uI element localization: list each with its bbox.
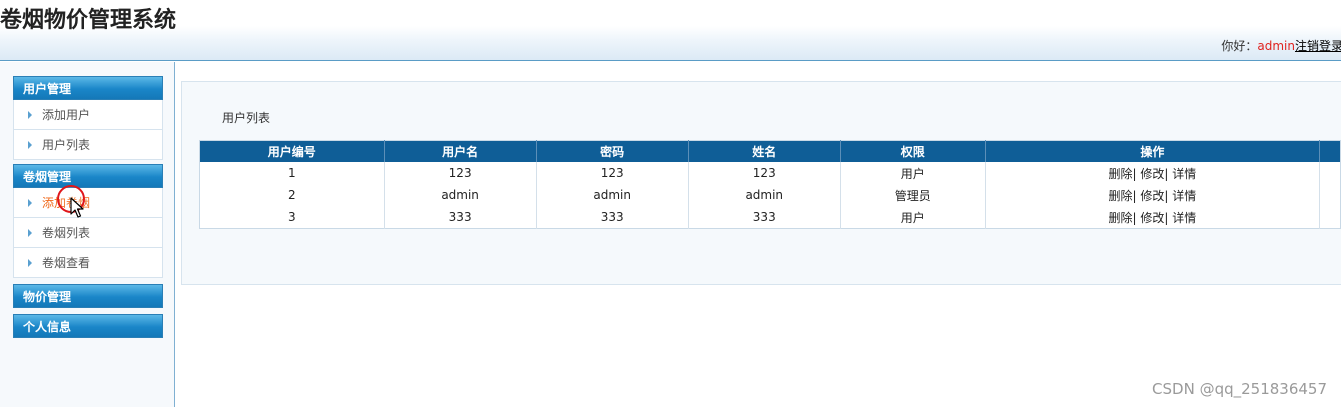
- column-header: 姓名: [688, 140, 841, 162]
- menu-group-user: 用户管理 添加用户 用户列表: [13, 76, 163, 160]
- column-header: 操作: [985, 140, 1321, 162]
- logout-link[interactable]: 注销登录: [1295, 39, 1341, 53]
- cell-user-id: 1: [199, 162, 385, 184]
- cell-password: 333: [536, 206, 689, 229]
- delete-link[interactable]: 删除|: [1109, 167, 1137, 181]
- sidebar-item-cigarette-list[interactable]: 卷烟列表: [13, 218, 163, 248]
- table-header-row: 用户编号 用户名 密码 姓名 权限 操作: [199, 140, 1341, 162]
- table-row: 3 333 333 333 用户 删除| 修改| 详情: [199, 206, 1341, 229]
- column-header: 用户编号: [199, 140, 385, 162]
- menu-group-header-profile[interactable]: 个人信息: [13, 314, 163, 338]
- triangle-right-icon: [28, 141, 32, 149]
- triangle-right-icon: [28, 199, 32, 207]
- sidebar: 用户管理 添加用户 用户列表 卷烟管理 添加卷烟 卷烟列表 卷烟查看 物价管理 …: [0, 62, 175, 407]
- mouse-pointer-icon: [70, 197, 84, 218]
- app-title: 卷烟物价管理系统: [0, 8, 177, 33]
- watermark: CSDN @qq_251836457: [1152, 380, 1327, 398]
- sidebar-item-add-cigarette[interactable]: 添加卷烟: [13, 188, 163, 218]
- table-row: 1 123 123 123 用户 删除| 修改| 详情: [199, 162, 1341, 184]
- cell-empty: [1320, 206, 1341, 229]
- sidebar-item-label: 用户列表: [42, 138, 91, 152]
- triangle-right-icon: [28, 259, 32, 267]
- cell-name: 333: [688, 206, 841, 229]
- menu-group-header-cigarette[interactable]: 卷烟管理: [13, 164, 163, 188]
- column-header: 权限: [840, 140, 986, 162]
- cell-user-id: 2: [199, 184, 385, 206]
- sidebar-item-cigarette-view[interactable]: 卷烟查看: [13, 248, 163, 278]
- greeting-label: 你好：: [1221, 39, 1258, 53]
- menu-group-header-user[interactable]: 用户管理: [13, 76, 163, 100]
- detail-link[interactable]: 详情: [1172, 167, 1196, 181]
- detail-link[interactable]: 详情: [1172, 211, 1196, 225]
- cell-role: 用户: [840, 162, 986, 184]
- triangle-right-icon: [28, 229, 32, 237]
- cell-username: 123: [384, 162, 537, 184]
- sidebar-item-label: 卷烟查看: [42, 256, 91, 270]
- user-bar: 你好：admin注销登录: [1221, 37, 1341, 54]
- cell-password: 123: [536, 162, 689, 184]
- column-header-empty: [1319, 140, 1341, 162]
- table-row: 2 admin admin admin 管理员 删除| 修改| 详情: [199, 184, 1341, 206]
- cell-empty: [1320, 162, 1341, 184]
- menu-group-cigarette: 卷烟管理 添加卷烟 卷烟列表 卷烟查看: [13, 164, 163, 278]
- edit-link[interactable]: 修改|: [1140, 211, 1168, 225]
- sidebar-item-add-user[interactable]: 添加用户: [13, 100, 163, 130]
- menu-group-header-price[interactable]: 物价管理: [13, 284, 163, 308]
- edit-link[interactable]: 修改|: [1140, 189, 1168, 203]
- username-label: admin: [1257, 39, 1295, 53]
- cell-empty: [1320, 184, 1341, 206]
- cell-username: admin: [384, 184, 537, 206]
- cell-role: 管理员: [840, 184, 986, 206]
- app-header: 卷烟物价管理系统 你好：admin注销登录: [0, 0, 1341, 61]
- cell-username: 333: [384, 206, 537, 229]
- menu-group-profile: 个人信息: [13, 314, 163, 338]
- delete-link[interactable]: 删除|: [1109, 189, 1137, 203]
- section-title: 用户列表: [222, 111, 271, 125]
- delete-link[interactable]: 删除|: [1109, 211, 1137, 225]
- cell-password: admin: [536, 184, 689, 206]
- cell-actions: 删除| 修改| 详情: [985, 162, 1321, 184]
- column-header: 密码: [536, 140, 689, 162]
- cell-user-id: 3: [199, 206, 385, 229]
- sidebar-item-label: 卷烟列表: [42, 226, 91, 240]
- main-panel: 用户列表 用户编号 用户名 密码 姓名 权限 操作 1 123 123 123 …: [181, 81, 1341, 285]
- detail-link[interactable]: 详情: [1172, 189, 1196, 203]
- triangle-right-icon: [28, 111, 32, 119]
- cell-actions: 删除| 修改| 详情: [985, 184, 1321, 206]
- cell-name: admin: [688, 184, 841, 206]
- cell-role: 用户: [840, 206, 986, 229]
- edit-link[interactable]: 修改|: [1140, 167, 1168, 181]
- cell-name: 123: [688, 162, 841, 184]
- sidebar-item-user-list[interactable]: 用户列表: [13, 130, 163, 160]
- menu-group-price: 物价管理: [13, 284, 163, 308]
- sidebar-item-label: 添加用户: [42, 108, 91, 122]
- user-table: 用户编号 用户名 密码 姓名 权限 操作 1 123 123 123 用户 删除…: [199, 140, 1341, 229]
- column-header: 用户名: [384, 140, 537, 162]
- cell-actions: 删除| 修改| 详情: [985, 206, 1321, 229]
